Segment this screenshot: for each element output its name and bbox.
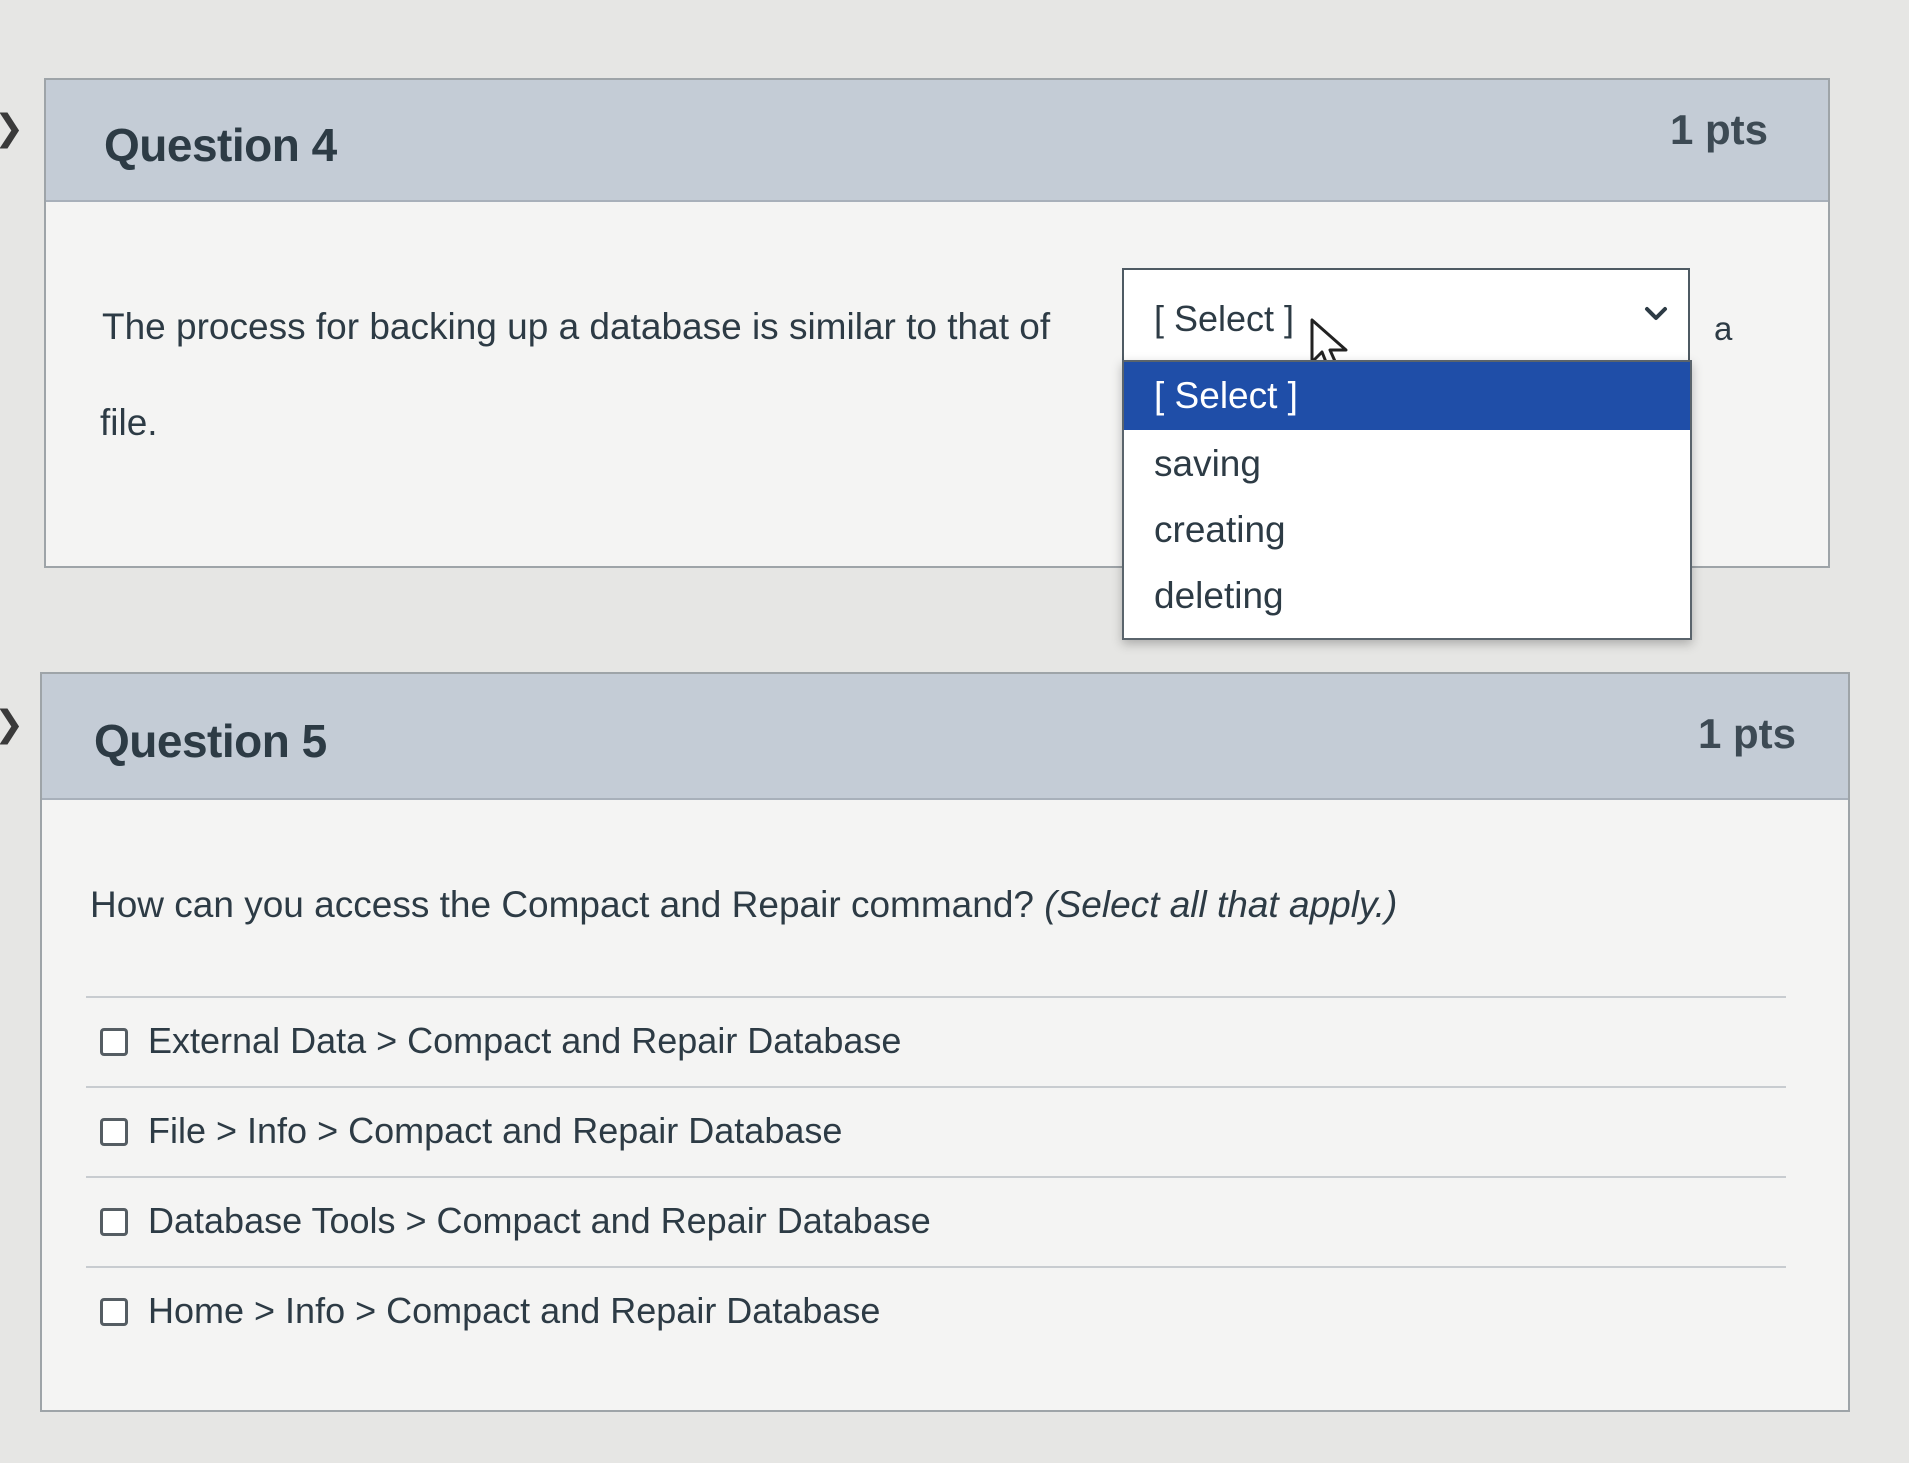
checkbox[interactable]: [100, 1208, 128, 1236]
question-text-after: file.: [100, 402, 158, 443]
answer-option[interactable]: Home > Info > Compact and Repair Databas…: [86, 1266, 1786, 1354]
answer-label[interactable]: File > Info > Compact and Repair Databas…: [148, 1110, 842, 1152]
dropdown-option-select[interactable]: [ Select ]: [1124, 362, 1690, 430]
question-points: 1 pts: [1697, 710, 1796, 757]
select-current-value: [ Select ]: [1154, 298, 1295, 339]
question-card-5: Question 5 1 pts How can you access the …: [40, 672, 1850, 1412]
answer-label[interactable]: Database Tools > Compact and Repair Data…: [148, 1200, 931, 1242]
answer-option[interactable]: File > Info > Compact and Repair Databas…: [86, 1086, 1786, 1174]
question-points: 1 pts: [1669, 106, 1768, 153]
prompt-hint: (Select all that apply.): [1044, 884, 1398, 925]
chevron-down-icon: [1645, 307, 1667, 320]
question-text-trailing: a: [1714, 310, 1733, 347]
select-dropdown-list: [ Select ] saving creating deleting: [1122, 360, 1692, 640]
answer-option[interactable]: External Data > Compact and Repair Datab…: [86, 996, 1786, 1084]
prompt-text: How can you access the Compact and Repai…: [90, 884, 1034, 925]
question-title: Question 4: [104, 119, 337, 171]
checkbox[interactable]: [100, 1028, 128, 1056]
answer-label[interactable]: External Data > Compact and Repair Datab…: [148, 1020, 901, 1062]
chevron-right-icon[interactable]: ❯: [0, 704, 24, 744]
answer-select[interactable]: [ Select ]: [1122, 268, 1690, 364]
question-text-before: The process for backing up a database is…: [102, 306, 1051, 347]
answer-label[interactable]: Home > Info > Compact and Repair Databas…: [148, 1290, 880, 1332]
question-prompt: How can you access the Compact and Repai…: [90, 884, 1397, 926]
checkbox[interactable]: [100, 1298, 128, 1326]
checkbox[interactable]: [100, 1118, 128, 1146]
question-header: Question 5 1 pts: [42, 674, 1848, 800]
question-header: Question 4 1 pts: [46, 80, 1828, 202]
answer-option[interactable]: Database Tools > Compact and Repair Data…: [86, 1176, 1786, 1264]
dropdown-option-deleting[interactable]: deleting: [1124, 562, 1690, 630]
quiz-page: ❯ ❯ Question 4 1 pts The process for bac…: [0, 0, 1909, 1463]
dropdown-option-creating[interactable]: creating: [1124, 496, 1690, 564]
chevron-right-icon[interactable]: ❯: [0, 108, 24, 148]
dropdown-option-saving[interactable]: saving: [1124, 430, 1690, 498]
question-title: Question 5: [94, 715, 327, 767]
